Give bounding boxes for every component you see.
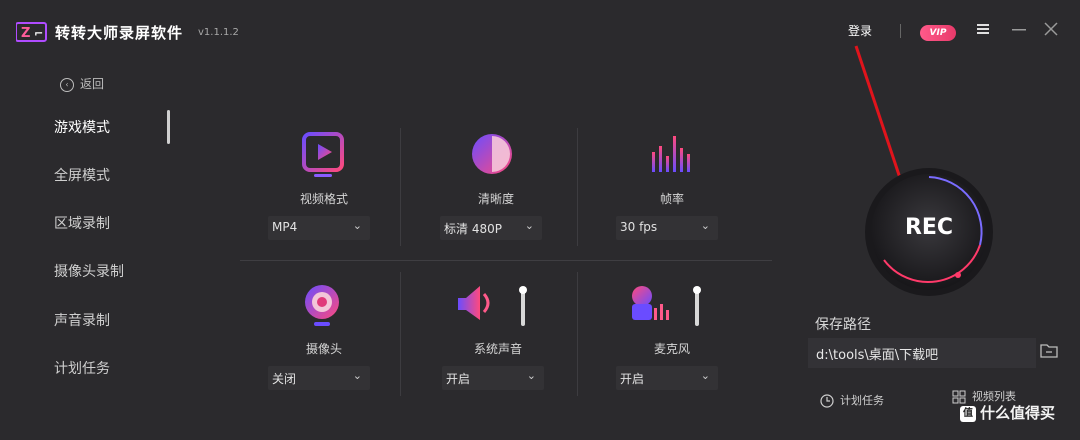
divider (400, 272, 401, 396)
video-format-card: 视频格式 MP4 ⌄ (268, 132, 398, 252)
sidebar-item-fullscreen[interactable]: 全屏模式 (0, 165, 170, 185)
divider (400, 128, 401, 246)
frame-rate-value: 30 fps (620, 220, 658, 234)
sidebar: ‹ 返回 游戏模式 全屏模式 区域录制 摄像头录制 声音录制 计划任务 (0, 60, 170, 440)
video-format-value: MP4 (272, 220, 298, 234)
login-button[interactable]: 登录 (848, 22, 872, 39)
back-label: 返回 (80, 77, 105, 91)
watermark-logo-icon: 值 (960, 405, 976, 422)
app-title: 转转大师录屏软件 (55, 24, 184, 42)
frame-rate-select[interactable]: 30 fps ⌄ (616, 216, 718, 240)
microphone-card: 麦克风 开启 ⌄ (616, 282, 746, 402)
svg-text:⌐: ⌐ (34, 27, 43, 40)
watermark-text: 什么值得买 (980, 404, 1056, 422)
back-button[interactable]: ‹ 返回 (60, 75, 104, 92)
clarity-value: 标清 480P (444, 222, 502, 236)
vip-badge[interactable]: VIP (920, 25, 956, 41)
record-button[interactable]: REC (862, 165, 996, 299)
sidebar-item-camera[interactable]: 摄像头录制 (0, 261, 170, 281)
camera-select[interactable]: 关闭 ⌄ (268, 366, 370, 390)
camera-label: 摄像头 (305, 342, 342, 356)
divider (577, 128, 578, 246)
camera-value: 关闭 (272, 372, 297, 386)
schedule-link[interactable]: 计划任务 (820, 392, 884, 408)
menu-icon[interactable] (972, 18, 994, 40)
system-sound-card: 系统声音 开启 ⌄ (442, 282, 572, 402)
frame-rate-card: 帧率 30 fps ⌄ (616, 132, 746, 252)
chevron-down-icon: ⌄ (352, 219, 362, 232)
chevron-down-icon: ⌄ (352, 369, 362, 382)
clarity-label: 清晰度 (477, 192, 514, 206)
microphone-value: 开启 (620, 372, 645, 386)
mic-volume-slider[interactable] (692, 284, 702, 328)
system-sound-value: 开启 (446, 372, 471, 386)
chevron-down-icon: ⌄ (700, 369, 710, 382)
chevron-down-icon: ⌄ (526, 369, 536, 382)
schedule-link-label: 计划任务 (840, 394, 884, 407)
app-version: v1.1.1.2 (198, 27, 239, 38)
play-icon (302, 132, 344, 177)
watermark: 值什么值得买 (960, 402, 1055, 423)
nav-active-indicator (167, 110, 170, 144)
system-sound-label: 系统声音 (473, 342, 522, 356)
sidebar-item-region[interactable]: 区域录制 (0, 213, 170, 233)
app-logo-letter: Z (21, 26, 30, 41)
video-format-select[interactable]: MP4 ⌄ (268, 216, 370, 240)
back-arrow-icon: ‹ (60, 77, 74, 92)
sidebar-item-schedule[interactable]: 计划任务 (0, 358, 170, 378)
mic-icon (632, 286, 669, 320)
clarity-card: 清晰度 标清 480P ⌄ (440, 132, 570, 252)
clarity-select[interactable]: 标清 480P ⌄ (440, 216, 542, 240)
volume-slider[interactable] (518, 284, 528, 328)
sidebar-item-game-mode[interactable]: 游戏模式 (0, 117, 170, 137)
close-icon[interactable] (1040, 18, 1062, 40)
clarity-icon (472, 134, 512, 174)
folder-icon[interactable] (1040, 342, 1058, 358)
camera-icon (305, 285, 339, 326)
minimize-icon[interactable] (1008, 18, 1030, 40)
record-label: REC (904, 215, 954, 240)
app-logo-icon: Z ⌐ (16, 22, 47, 42)
video-format-label: 视频格式 (299, 192, 348, 206)
camera-card: 摄像头 关闭 ⌄ (268, 282, 398, 402)
divider (577, 272, 578, 396)
header-divider (900, 24, 901, 38)
chevron-down-icon: ⌄ (524, 219, 534, 232)
grid-divider (240, 260, 772, 261)
speaker-icon (458, 286, 490, 320)
save-path-title: 保存路径 (815, 317, 871, 333)
microphone-label: 麦克风 (653, 342, 690, 356)
frame-rate-label: 帧率 (659, 192, 684, 206)
clock-icon (820, 394, 834, 408)
bars-icon (652, 136, 690, 172)
microphone-select[interactable]: 开启 ⌄ (616, 366, 718, 390)
sidebar-item-audio[interactable]: 声音录制 (0, 310, 170, 330)
system-sound-select[interactable]: 开启 ⌄ (442, 366, 544, 390)
chevron-down-icon: ⌄ (700, 219, 710, 232)
save-path-field[interactable]: d:\tools\桌面\下载吧 (808, 338, 1036, 368)
